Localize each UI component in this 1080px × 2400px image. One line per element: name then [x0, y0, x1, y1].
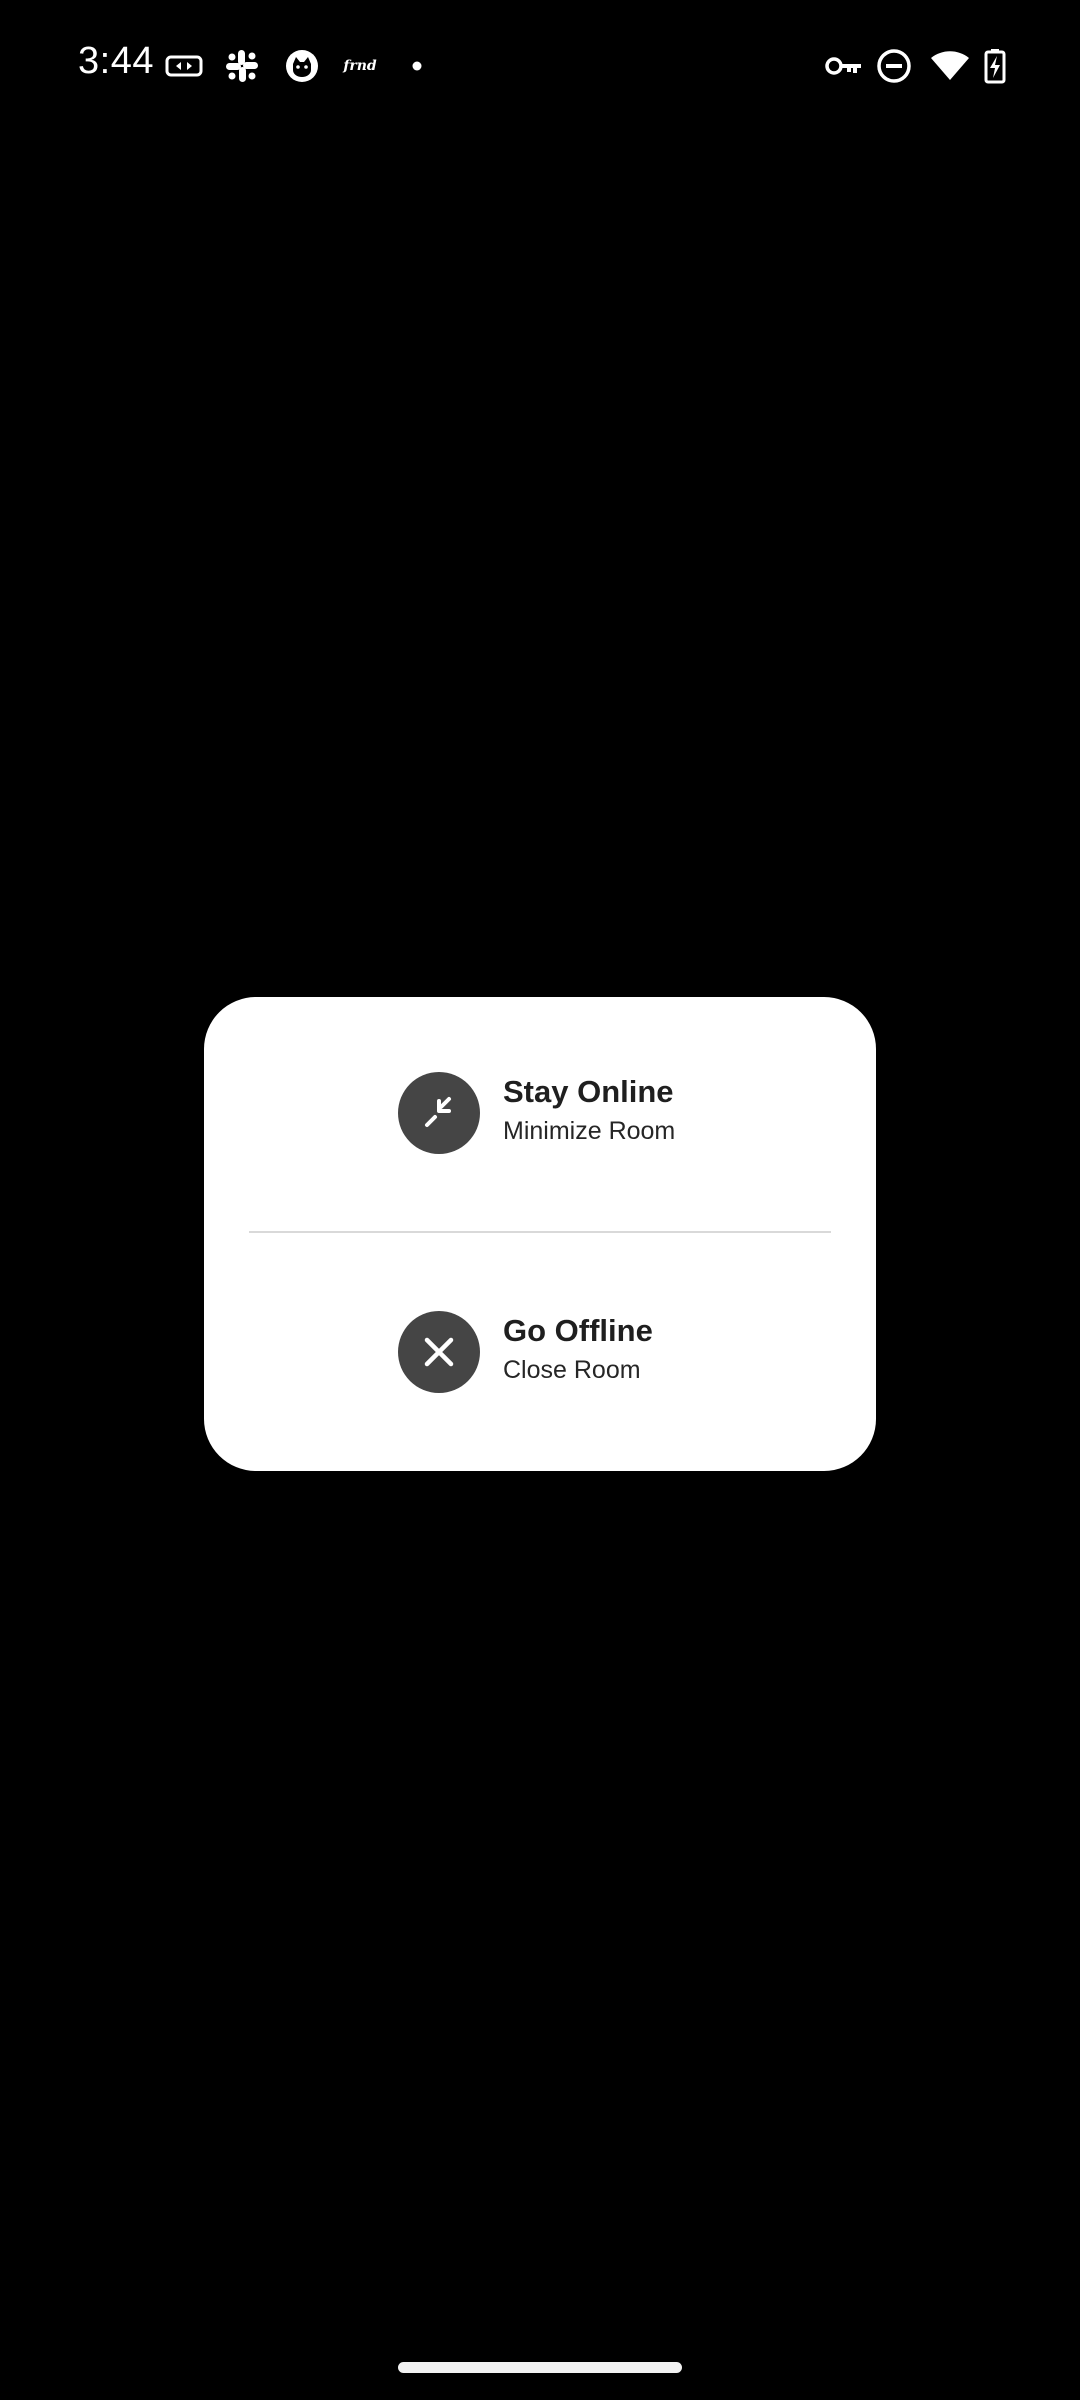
- screen: 3:44 frnd Stay Online Minimize Room Go O…: [0, 0, 1080, 2400]
- slack-icon: [222, 46, 262, 86]
- vpn-key-icon: [824, 46, 864, 86]
- status-bar: 3:44 frnd: [0, 0, 1080, 132]
- frnd-icon: frnd: [338, 46, 382, 86]
- close-icon: [398, 1311, 480, 1393]
- wifi-icon: [928, 46, 972, 86]
- dialog-divider: [249, 1231, 831, 1233]
- go-offline-subtitle: Close Room: [503, 1356, 641, 1384]
- frnd-text: frnd: [343, 58, 377, 74]
- stay-online-subtitle: Minimize Room: [503, 1117, 676, 1145]
- gesture-nav-handle[interactable]: [398, 2362, 682, 2373]
- go-offline-option[interactable]: Go Offline Close Room: [204, 1255, 876, 1455]
- battery-charging-icon: [978, 46, 1012, 86]
- status-time: 3:44: [78, 40, 154, 82]
- go-offline-title: Go Offline: [503, 1313, 653, 1348]
- cat-app-icon: [282, 46, 322, 86]
- room-exit-dialog: Stay Online Minimize Room Go Offline Clo…: [204, 997, 876, 1471]
- stay-online-title: Stay Online: [503, 1074, 674, 1109]
- meet-icon: [164, 46, 204, 86]
- do-not-disturb-icon: [874, 46, 914, 86]
- stay-online-option[interactable]: Stay Online Minimize Room: [204, 1017, 876, 1217]
- minimize-icon: [398, 1072, 480, 1154]
- notification-dot-icon: [402, 46, 432, 86]
